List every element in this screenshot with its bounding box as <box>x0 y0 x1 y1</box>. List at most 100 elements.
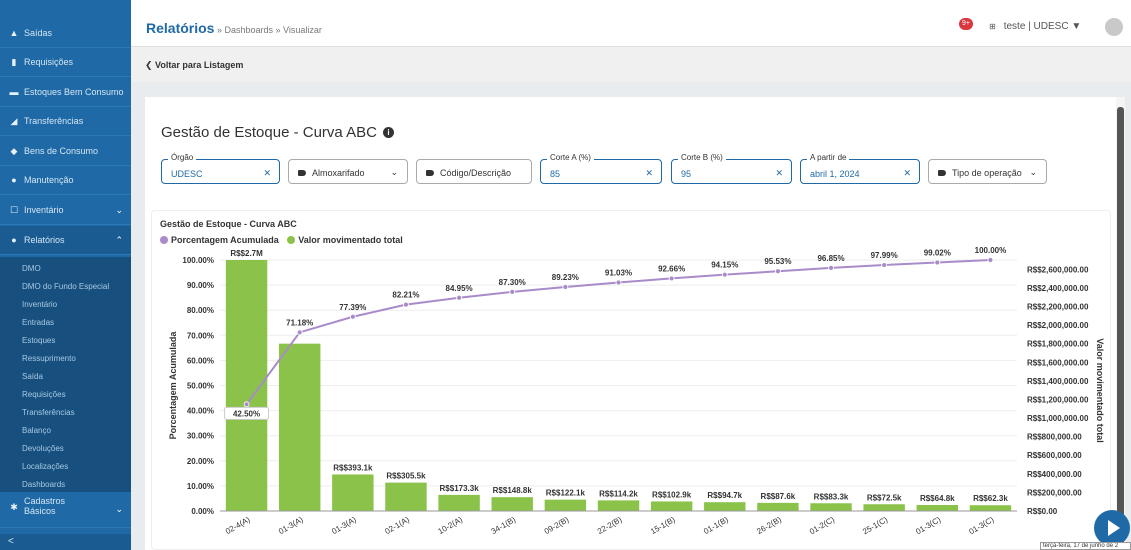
submenu-item-dmo[interactable]: DMO <box>22 264 41 273</box>
point-label: 99.02% <box>924 248 951 257</box>
y-axis-left-label: Porcentagem Acumulada <box>168 331 178 440</box>
chevron-down-icon: ⌄ <box>115 504 123 514</box>
header-title[interactable]: Relatórios <box>146 20 214 36</box>
notification-badge[interactable]: 9+ <box>959 18 973 30</box>
sidebar-collapse-button[interactable]: < <box>0 534 131 550</box>
point-label: 71.18% <box>286 318 313 327</box>
left-tick-label: 20.00% <box>187 457 214 466</box>
play-button[interactable] <box>1094 510 1130 546</box>
right-tick-label: R$$0.00 <box>1027 507 1058 516</box>
bar <box>969 505 1012 511</box>
a-partir-de-filter[interactable]: A partir de abril 1, 2024 ✕ <box>800 153 920 184</box>
line-point <box>349 313 356 320</box>
bar-label: R$$114.2k <box>599 489 638 498</box>
chevron-up-icon: ⌃ <box>115 234 123 245</box>
right-tick-label: R$$1,400,000.00 <box>1027 377 1089 386</box>
codigo-descricao-filter[interactable]: Código/Descrição <box>416 159 532 184</box>
sidebar-item-relatorios[interactable]: ● Relatórios ⌃ <box>0 226 131 255</box>
point-label: 97.99% <box>871 251 898 260</box>
up-arrow-icon: ▲ <box>9 28 19 38</box>
bar <box>544 499 587 511</box>
point-label: 100.00% <box>975 246 1007 255</box>
x-tick-label: 01-3(C) <box>914 515 942 537</box>
line-point <box>668 275 675 282</box>
bar <box>916 504 959 511</box>
clear-icon[interactable]: ✕ <box>645 168 653 179</box>
submenu-item-inventario[interactable]: Inventário <box>22 300 57 309</box>
scrollbar-thumb[interactable] <box>1117 107 1124 547</box>
left-tick-label: 70.00% <box>187 331 214 340</box>
right-tick-label: R$$1,800,000.00 <box>1027 340 1089 349</box>
sidebar-item-saidas[interactable]: ▲ Saídas <box>0 19 131 48</box>
right-tick-label: R$$2,000,000.00 <box>1027 321 1089 330</box>
point-label: 82.21% <box>392 291 419 300</box>
x-tick-label: 01-1(B) <box>702 515 730 536</box>
avatar[interactable] <box>1105 18 1123 36</box>
tag-icon <box>938 170 946 176</box>
orgao-filter[interactable]: Órgão UDESC ✕ <box>161 153 280 184</box>
chevron-down-icon: ⌄ <box>390 167 398 177</box>
line-point <box>721 271 728 278</box>
submenu-item-estoques[interactable]: Estoques <box>22 336 55 345</box>
submenu-item-devolucoes[interactable]: Devoluções <box>22 444 64 453</box>
x-tick-label: 34-1(B) <box>490 515 518 536</box>
submenu-item-requisicoes[interactable]: Requisições <box>22 390 66 399</box>
point-label: 42.50% <box>233 409 260 418</box>
bar-label: R$$122.1k <box>546 489 586 498</box>
sidebar-item-label: Relatórios <box>24 235 65 245</box>
tag-icon: ◆ <box>10 145 18 156</box>
sidebar-item-inventario[interactable]: ☐ Inventário ⌄ <box>0 196 131 225</box>
chevron-down-icon: ⌄ <box>115 204 123 215</box>
sidebar-item-estoques[interactable]: ▬ Estoques Bem Consumo <box>0 78 131 107</box>
right-tick-label: R$$400,000.00 <box>1027 470 1082 479</box>
submenu-item-entradas[interactable]: Entradas <box>22 318 54 327</box>
almoxarifado-filter[interactable]: Almoxarifado ⌄ <box>288 159 408 184</box>
back-to-list-link[interactable]: ❮ Voltar para Listagem <box>145 60 243 71</box>
sidebar-submenu: DMO DMO do Fundo Especial Inventário Ent… <box>0 257 131 492</box>
sidebar-item-bens-consumo[interactable]: ◆ Bens de Consumo <box>0 137 131 166</box>
line-point <box>987 257 994 263</box>
sidebar-item-requisicoes[interactable]: ▮ Requisições <box>0 48 131 77</box>
corte-b-label: Corte B (%) <box>678 153 726 162</box>
x-tick-label: 01-3(A) <box>330 515 358 536</box>
submenu-item-ressuprimento[interactable]: Ressuprimento <box>22 354 76 363</box>
x-tick-label: 01-3(A) <box>277 515 305 536</box>
right-tick-label: R$$200,000.00 <box>1027 488 1082 497</box>
left-tick-label: 100.00% <box>182 256 214 265</box>
right-tick-label: R$$2,400,000.00 <box>1027 284 1089 293</box>
bar <box>278 343 321 511</box>
submenu-item-dmo-fundo[interactable]: DMO do Fundo Especial <box>22 282 109 291</box>
bar-label: R$$87.6k <box>761 492 796 501</box>
submenu-item-saida[interactable]: Saída <box>22 372 43 381</box>
line-point <box>828 265 834 271</box>
sidebar-item-cadastros[interactable]: ✱ Cadastros Básicos ⌄ <box>0 492 131 528</box>
sidebar-item-transferencias[interactable]: ◢ Transferências <box>0 107 131 136</box>
user-menu-label: teste | UDESC ▼ <box>1003 21 1082 32</box>
bar <box>385 482 427 511</box>
bar <box>650 501 693 511</box>
info-icon[interactable]: i <box>382 127 394 138</box>
corte-a-filter[interactable]: Corte A (%) 85 ✕ <box>540 153 662 184</box>
sidebar-item-manutencao[interactable]: ● Manutenção <box>0 166 131 195</box>
chevron-left-icon: < <box>8 536 14 547</box>
almoxarifado-label: Almoxarifado <box>312 168 365 178</box>
sidebar-item-label: Bens de Consumo <box>24 146 99 156</box>
clear-icon[interactable]: ✕ <box>263 168 271 179</box>
x-tick-label: 02-4(A) <box>224 515 252 536</box>
sidebar-item-label: Inventário <box>24 205 64 215</box>
orgao-filter-value: UDESC <box>171 169 203 179</box>
clear-icon[interactable]: ✕ <box>903 168 911 179</box>
user-menu[interactable]: ⊞ teste | UDESC ▼ <box>989 21 1081 32</box>
tag-icon <box>298 170 306 176</box>
x-tick-label: 02-1(A) <box>383 515 411 536</box>
submenu-item-transferencias[interactable]: Transferências <box>22 408 75 417</box>
tipo-operacao-filter[interactable]: Tipo de operação ⌄ <box>928 159 1047 184</box>
submenu-item-balanco[interactable]: Balanço <box>22 426 51 435</box>
corte-b-filter[interactable]: Corte B (%) 95 ✕ <box>671 153 792 184</box>
sidebar-item-label: Básicos <box>24 506 56 516</box>
bar-label: R$$173.3k <box>440 484 480 493</box>
point-label: 77.39% <box>339 303 366 312</box>
submenu-item-dashboards[interactable]: Dashboards <box>22 480 65 489</box>
submenu-item-localizacoes[interactable]: Localizações <box>22 462 68 471</box>
clear-icon[interactable]: ✕ <box>775 168 783 179</box>
